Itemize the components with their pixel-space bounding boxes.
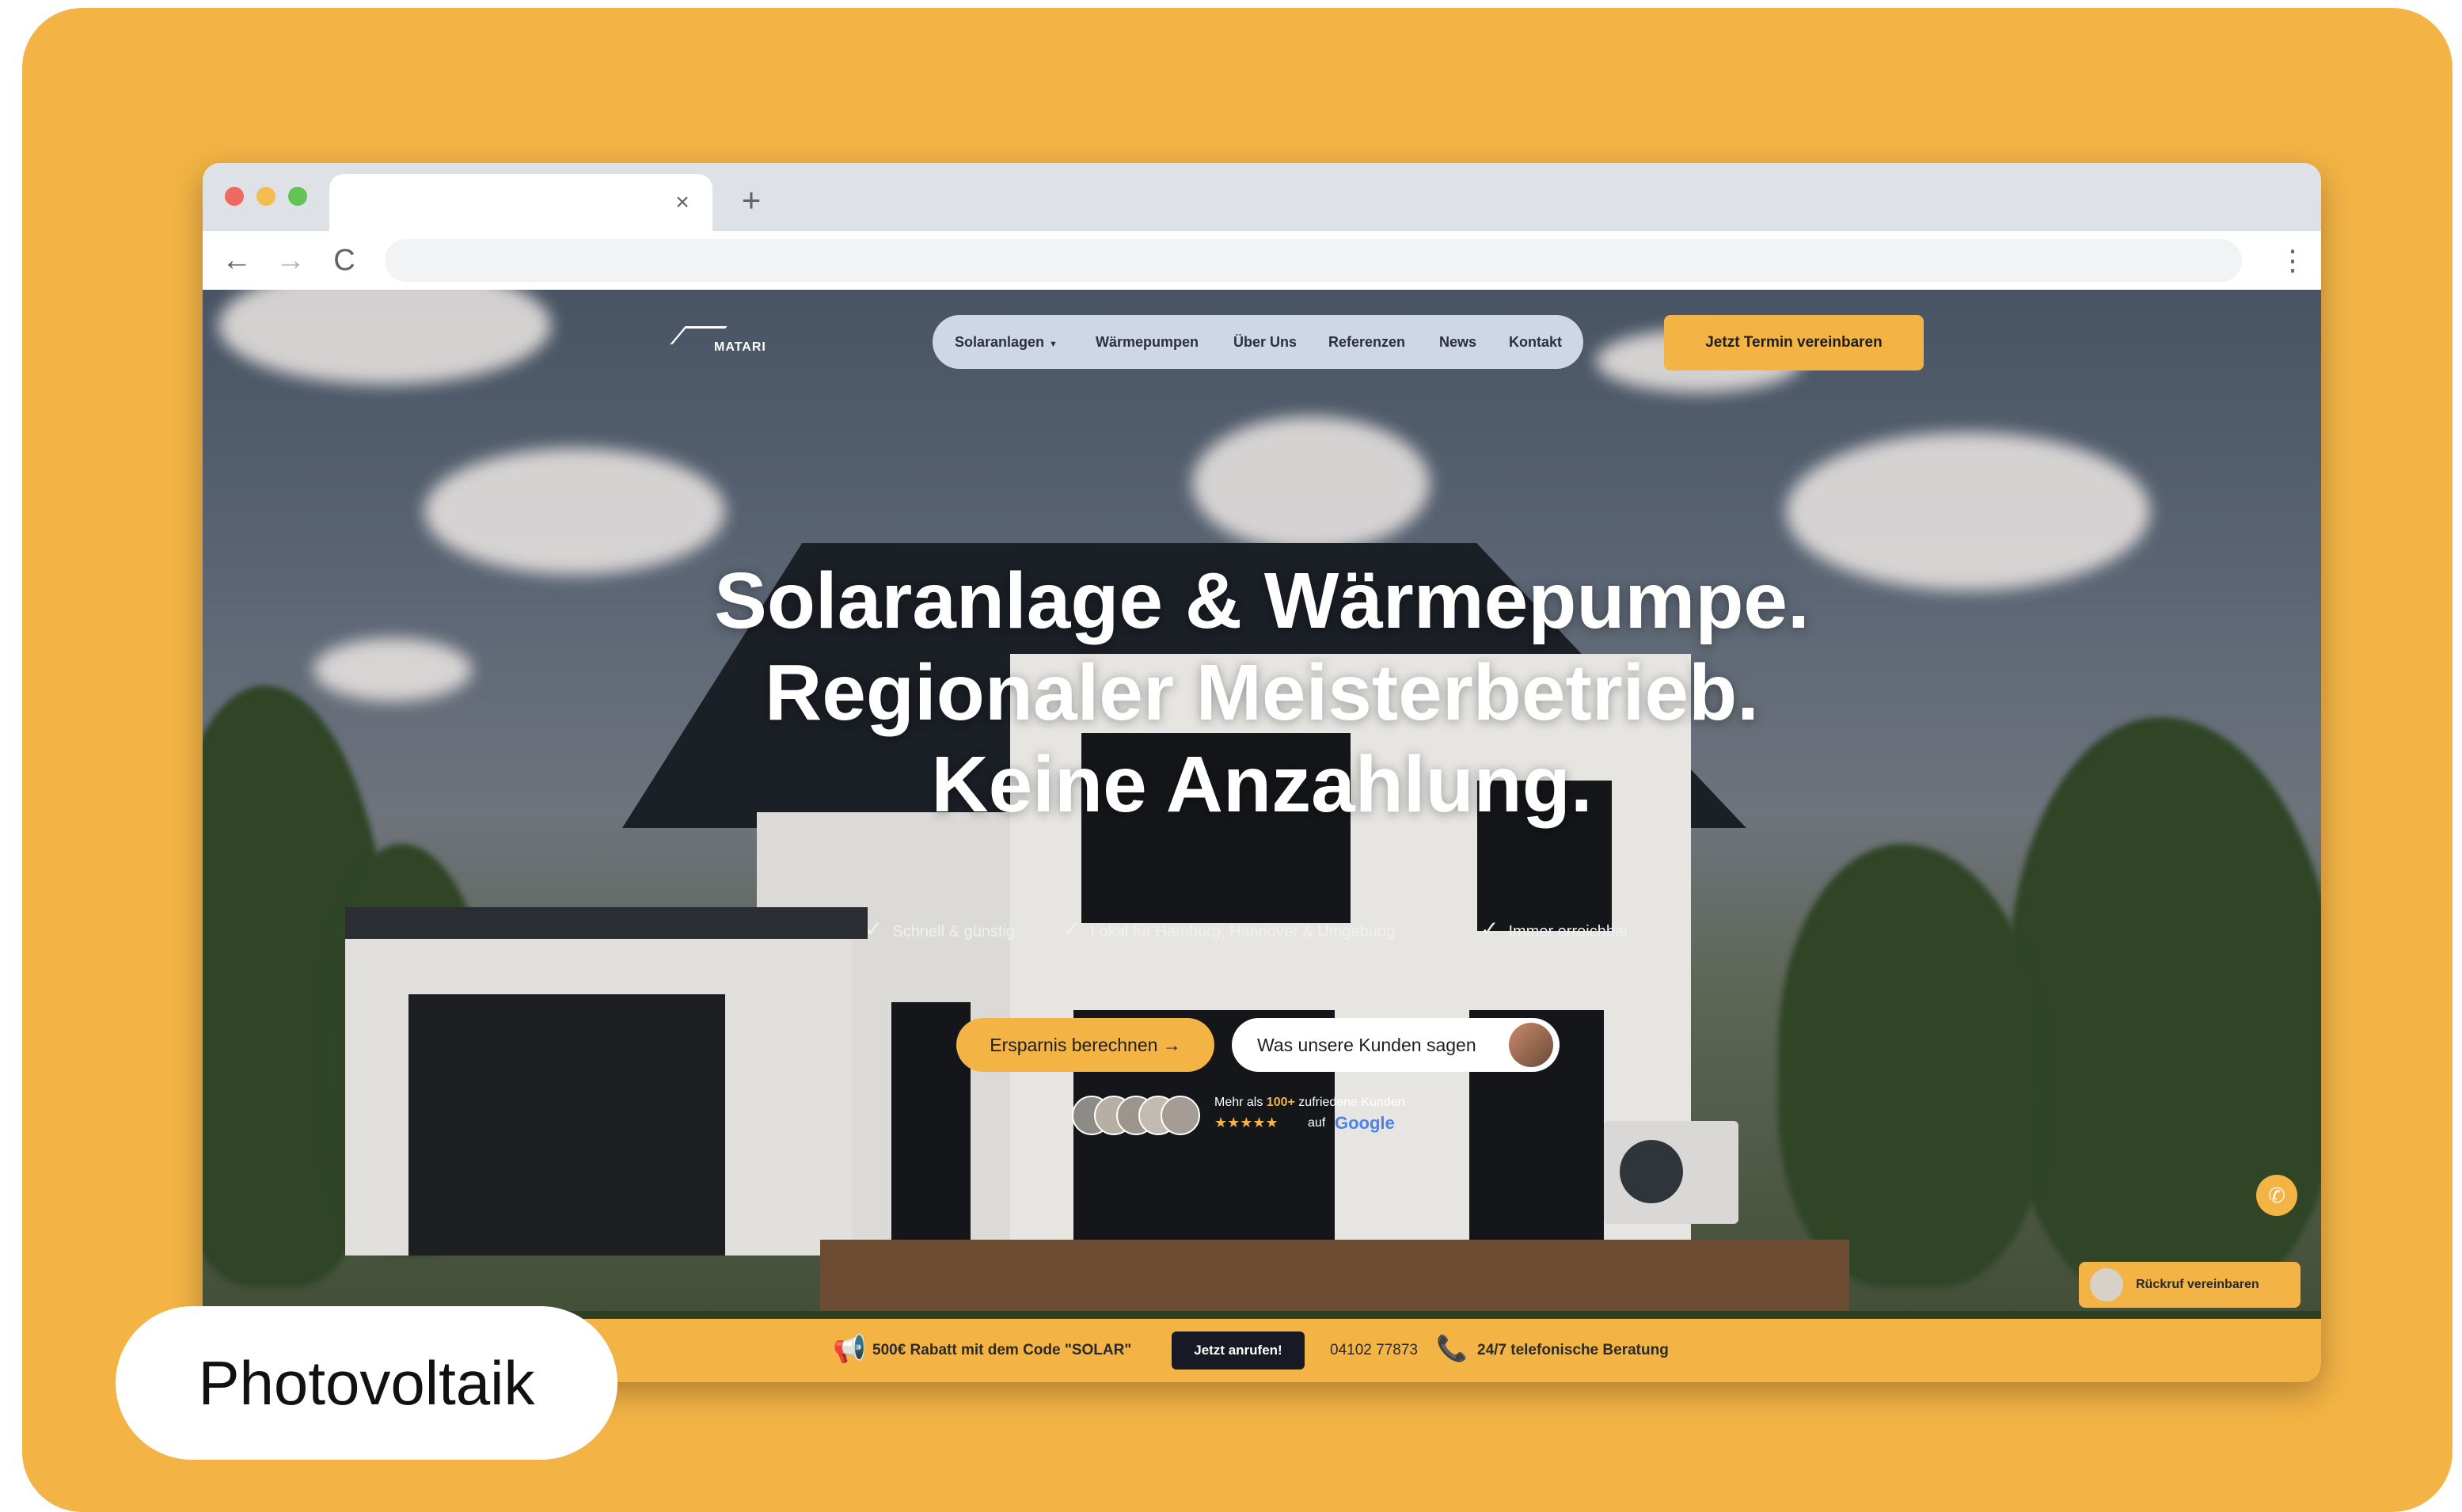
- address-bar[interactable]: [385, 239, 2242, 282]
- feature-item: ✓ Lokal für Hamburg, Hannover & Umgebung: [1062, 915, 1395, 944]
- tab-strip: × +: [203, 163, 2321, 231]
- star-rating-icon: ★★★★★: [1214, 1115, 1278, 1130]
- book-appointment-button[interactable]: Jetzt Termin vereinbaren: [1664, 315, 1924, 370]
- callback-button[interactable]: Rückruf vereinbaren: [2079, 1262, 2301, 1308]
- feature-text: Lokal für Hamburg, Hannover & Umgebung: [1090, 923, 1396, 940]
- fan-icon: [1620, 1140, 1683, 1203]
- check-icon: ✓: [1480, 917, 1499, 941]
- nav-item-ueber-uns[interactable]: Über Uns: [1233, 315, 1297, 369]
- cloud: [218, 290, 551, 385]
- minimize-window-dot[interactable]: [256, 187, 275, 206]
- megaphone-icon: 📢: [833, 1334, 867, 1364]
- browser-menu-icon[interactable]: ⋮: [2277, 239, 2308, 282]
- whatsapp-icon[interactable]: ✆: [2256, 1175, 2297, 1216]
- feature-text: Schnell & günstig: [892, 923, 1016, 940]
- nav-item-solaranlagen[interactable]: Solaranlagen ▼: [955, 315, 1058, 369]
- cloud: [1192, 416, 1430, 551]
- heat-pump-unit: [1604, 1121, 1738, 1224]
- main-navigation: Solaranlagen ▼ Wärmepumpen Über Uns Refer…: [933, 315, 1583, 369]
- reload-icon[interactable]: C: [323, 239, 366, 282]
- maximize-window-dot[interactable]: [288, 187, 307, 206]
- close-window-dot[interactable]: [225, 187, 244, 206]
- nav-item-referenzen[interactable]: Referenzen: [1328, 315, 1405, 369]
- showcase-card: × + ← → C ⋮ MATARI Solaranlagen ▼ Wärmep…: [22, 8, 2453, 1512]
- hero-headline-line-3: Keine Anzahlung.: [203, 738, 2321, 831]
- tree: [1778, 844, 2047, 1287]
- back-arrow-icon[interactable]: ←: [215, 239, 258, 282]
- site-logo[interactable]: MATARI: [670, 323, 773, 363]
- phone-number[interactable]: 04102 77873: [1330, 1319, 1418, 1382]
- wooden-deck: [820, 1240, 1849, 1319]
- callback-label: Rückruf vereinbaren: [2136, 1278, 2259, 1291]
- phone-icon: 📞: [1436, 1334, 1468, 1362]
- feature-list: ✓ Schnell & günstig ✓ Lokal für Hamburg, H…: [203, 915, 2321, 944]
- browser-window: × + ← → C ⋮ MATARI Solaranlagen ▼ Wärmep…: [203, 163, 2321, 1382]
- support-text: 24/7 telefonische Beratung: [1477, 1342, 1669, 1358]
- rating-count: 100+: [1266, 1096, 1295, 1109]
- rating-auf: auf: [1308, 1116, 1326, 1130]
- rating-suffix: zufriedene Kunden: [1294, 1096, 1405, 1109]
- highlighted-word: Keine: [931, 738, 1147, 831]
- avatar: [2090, 1268, 2123, 1301]
- testimonials-button-label: Was unsere Kunden sagen: [1257, 1035, 1476, 1055]
- browser-tab[interactable]: ×: [329, 174, 712, 231]
- nav-item-news[interactable]: News: [1439, 315, 1476, 369]
- rating-summary: Mehr als 100+ zufriedene Kunden: [1214, 1096, 1405, 1110]
- website-viewport: MATARI Solaranlagen ▼ Wärmepumpen Über Un…: [203, 290, 2321, 1382]
- hero-headline-line-2: Regionaler Meisterbetrieb.: [765, 648, 1759, 737]
- hero-headline-line-1: Solaranlage & Wärmepumpe.: [714, 557, 1810, 645]
- hero-line-3-rest: Anzahlung.: [1146, 740, 1593, 829]
- category-label-text: Photovoltaik: [198, 1348, 535, 1418]
- browser-toolbar: ← → C ⋮: [203, 231, 2321, 290]
- feature-item: ✓ Immer erreichbar: [1480, 915, 1629, 944]
- avatar: [1161, 1096, 1200, 1135]
- check-icon: ✓: [864, 917, 883, 941]
- promo-text: 500€ Rabatt mit dem Code "SOLAR": [872, 1342, 1132, 1358]
- garage-door: [408, 994, 725, 1256]
- category-label: Photovoltaik: [116, 1306, 617, 1460]
- check-icon: ✓: [1062, 917, 1081, 941]
- chevron-down-icon: ▼: [1049, 340, 1058, 349]
- feature-item: ✓ Schnell & günstig: [864, 915, 1015, 944]
- close-tab-icon[interactable]: ×: [667, 187, 698, 218]
- rating-prefix: Mehr als: [1214, 1096, 1267, 1109]
- new-tab-icon[interactable]: +: [731, 180, 771, 220]
- customer-avatars: [1072, 1096, 1200, 1135]
- call-now-button[interactable]: Jetzt anrufen!: [1172, 1332, 1305, 1370]
- testimonials-button[interactable]: Was unsere Kunden sagen: [1232, 1018, 1560, 1072]
- avatar: [1509, 1023, 1553, 1067]
- nav-item-label: Solaranlagen: [955, 334, 1045, 350]
- google-logo[interactable]: Google: [1335, 1113, 1395, 1134]
- highlighted-word-text: Keine: [931, 740, 1147, 829]
- calculate-savings-button[interactable]: Ersparnis berechnen →: [956, 1018, 1214, 1072]
- forward-arrow-icon[interactable]: →: [269, 239, 312, 282]
- logo-text: MATARI: [714, 340, 766, 354]
- feature-text: Immer erreichbar: [1508, 923, 1629, 940]
- nav-item-kontakt[interactable]: Kontakt: [1509, 315, 1562, 369]
- nav-item-waermepumpen[interactable]: Wärmepumpen: [1096, 315, 1199, 369]
